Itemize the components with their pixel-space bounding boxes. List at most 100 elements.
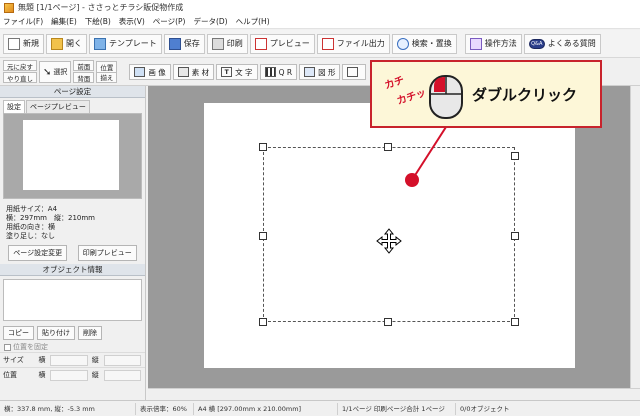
paper-orientation: 用紙の向き：横 [6, 223, 55, 231]
text-button[interactable]: T文 字 [216, 64, 258, 80]
menu-data[interactable]: データ(D) [193, 16, 227, 27]
change-page-settings-button[interactable]: ページ設定変更 [8, 245, 68, 261]
shape-button[interactable]: 図 形 [299, 64, 341, 80]
howto-button[interactable]: 操作方法 [464, 33, 522, 54]
undo-redo-group: 元に戻す やり直し [3, 60, 37, 84]
double-click-text: ダブルクリック [472, 86, 578, 104]
status-bar: 横：337.8 mm, 縦：-5.3 mm 表示倍率：60% A4 横 [297… [0, 400, 640, 416]
undo-button[interactable]: 元に戻す [3, 60, 37, 71]
tab-page-preview[interactable]: ページプレビュー [26, 100, 90, 113]
paper-dimensions: 横：297mm 縦：210mm [6, 214, 95, 222]
send-back-button[interactable]: 背面 [73, 72, 95, 83]
save-icon [168, 37, 181, 50]
window-title: 無題 [1/1ページ] - ささっとチラシ販促物作成 [18, 3, 184, 12]
status-coords: 横：337.8 mm, 縦：-5.3 mm [0, 402, 136, 415]
status-zoom: 表示倍率：60% [136, 402, 194, 415]
left-panel: ページ設定 設定 ページプレビュー 用紙サイズ：A4 横：297mm 縦：210… [0, 86, 146, 400]
menu-edit[interactable]: 編集(E) [51, 16, 77, 27]
size-width-label: 横 [38, 356, 46, 364]
menu-page[interactable]: ページ(P) [153, 16, 186, 27]
click-sound-1: カチ [383, 75, 406, 92]
menu-background[interactable]: 下絵(B) [85, 16, 111, 27]
delete-button[interactable]: 削除 [78, 326, 102, 340]
position-y-field[interactable] [103, 369, 141, 381]
extra-tool-button[interactable] [342, 64, 367, 80]
new-button[interactable]: 新規 [3, 33, 44, 54]
resize-handle-bottom-left[interactable] [259, 318, 267, 326]
thumbnail-sheet [23, 120, 119, 190]
folder-icon [51, 37, 63, 50]
app-icon [4, 2, 14, 13]
horizontal-scrollbar[interactable] [148, 388, 640, 400]
object-info-header: オブジェクト情報 [0, 264, 145, 276]
page-thumbnail [3, 113, 142, 199]
resize-handle-bottom[interactable] [384, 318, 392, 326]
menu-file[interactable]: ファイル(F) [3, 16, 43, 27]
image-button[interactable]: 画 像 [129, 64, 171, 80]
template-button[interactable]: テンプレート [89, 33, 162, 54]
position-x-label: 横 [38, 371, 46, 379]
resize-handle-top[interactable] [384, 143, 392, 151]
position-label: 位置 [3, 371, 17, 379]
size-row: サイズ 横 縦 [0, 352, 145, 367]
vertical-scrollbar[interactable] [630, 86, 640, 388]
position-row: 位置 横 縦 [0, 367, 145, 382]
bring-front-button[interactable]: 前面 [73, 60, 95, 71]
fix-position-checkbox[interactable] [4, 343, 11, 351]
menu-bar: ファイル(F) 編集(E) 下絵(B) 表示(V) ページ(P) データ(D) … [0, 15, 640, 29]
paper-size: 用紙サイズ：A4 [6, 205, 58, 213]
paste-button[interactable]: 貼り付け [37, 326, 75, 340]
search-replace-button[interactable]: 検索・置換 [391, 33, 457, 54]
size-label: サイズ [3, 356, 24, 364]
search-icon [396, 37, 409, 50]
order-group: 前面 背面 [73, 60, 95, 84]
cursor-arrow-icon: ➘ [43, 66, 52, 78]
file-output-button[interactable]: ファイル出力 [316, 33, 390, 54]
copy-button[interactable]: コピー [3, 326, 34, 340]
align-label-2: 揃え [96, 71, 118, 83]
menu-help[interactable]: ヘルプ(H) [236, 16, 270, 27]
qa-icon: Q&A [528, 38, 545, 49]
select-button[interactable]: ➘ 選択 [39, 61, 72, 83]
save-button[interactable]: 保存 [163, 33, 205, 54]
qr-button[interactable]: Q R [259, 64, 298, 80]
material-icon [177, 67, 189, 77]
size-height-field[interactable] [103, 354, 141, 366]
hand-pointer-icon [469, 37, 482, 50]
page-settings-header: ページ設定 [0, 86, 145, 98]
resize-handle-top-right[interactable] [511, 152, 519, 160]
page-buttons: ページ設定変更 印刷プレビュー [3, 245, 142, 261]
new-document-icon [8, 37, 20, 50]
main-toolbar: 新規 開く テンプレート 保存 印刷 プレビュー ファイル出力 検索・置換 操作… [0, 30, 640, 58]
position-x-field[interactable] [50, 369, 88, 381]
fix-position-row: 位置を固定 [0, 342, 145, 352]
preview-button[interactable]: プレビュー [249, 33, 315, 54]
panel-tabs: 設定 ページプレビュー [0, 98, 145, 113]
resize-handle-bottom-right[interactable] [511, 318, 519, 326]
bleed-setting: 塗り足し：なし [6, 232, 55, 240]
print-preview-button[interactable]: 印刷プレビュー [77, 245, 137, 261]
tab-settings[interactable]: 設定 [3, 100, 25, 113]
material-button[interactable]: 素 材 [172, 64, 215, 80]
print-button[interactable]: 印刷 [206, 33, 248, 54]
resize-handle-top-left[interactable] [259, 143, 267, 151]
faq-button[interactable]: Q&A よくある質問 [523, 33, 601, 54]
menu-view[interactable]: 表示(V) [119, 16, 145, 27]
status-objects: 0/0オブジェクト [460, 404, 510, 413]
double-click-callout: カチ カチッ ダブルクリック [370, 60, 602, 128]
file-export-icon [321, 37, 334, 50]
move-cursor-icon [376, 228, 402, 254]
template-icon [94, 37, 106, 50]
size-height-label: 縦 [91, 356, 99, 364]
text-icon: T [221, 67, 233, 77]
size-width-field[interactable] [50, 354, 88, 366]
resize-handle-left[interactable] [259, 232, 267, 240]
open-button[interactable]: 開く [46, 33, 87, 54]
resize-handle-right[interactable] [511, 232, 519, 240]
qr-code-icon [264, 67, 276, 77]
redo-button[interactable]: やり直し [3, 72, 37, 83]
status-paper: A4 横 [297.00mm x 210.00mm] [194, 402, 338, 415]
image-icon [134, 67, 146, 77]
fix-position-label: 位置を固定 [13, 343, 48, 351]
align-group[interactable]: 位置 揃え [96, 60, 118, 84]
